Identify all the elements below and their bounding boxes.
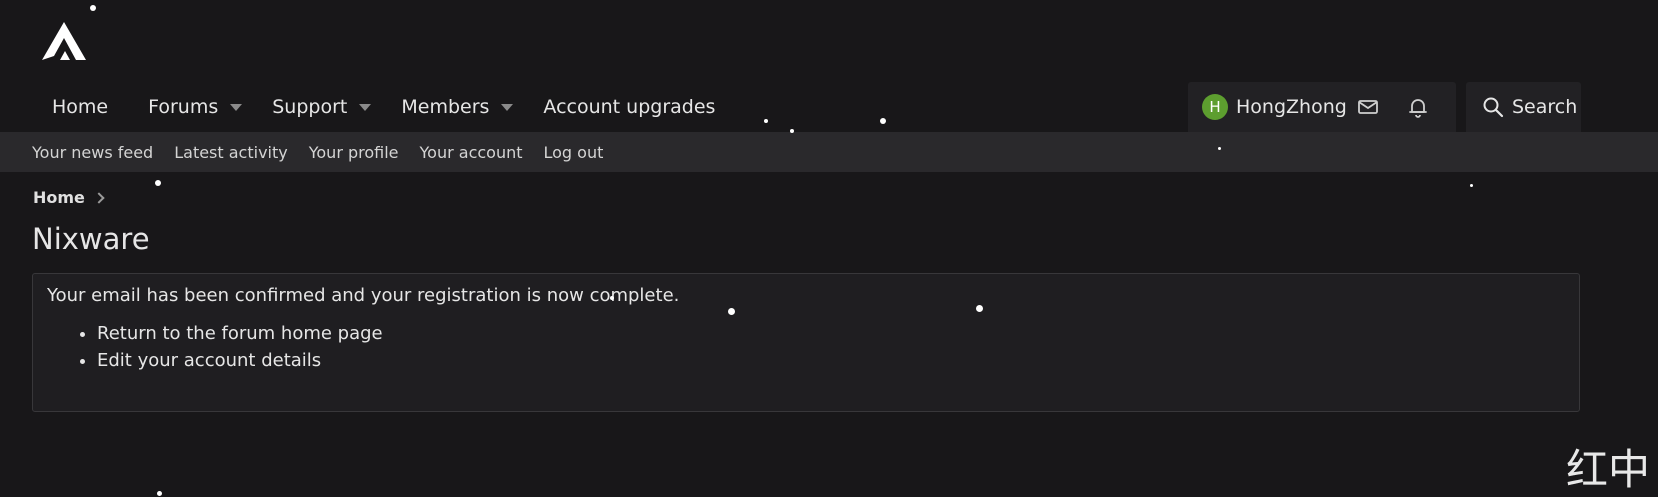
- search-label: Search: [1512, 96, 1578, 118]
- snow-particle: [1218, 147, 1221, 150]
- link-list: Return to the forum home page Edit your …: [47, 320, 383, 374]
- username[interactable]: HongZhong: [1236, 96, 1347, 118]
- snow-particle: [1470, 184, 1473, 187]
- snow-particle: [880, 118, 886, 124]
- chevron-right-icon: [93, 191, 105, 204]
- snow-particle: [728, 308, 735, 315]
- main-navigation: Home Forums Support Members Account upgr…: [0, 82, 1658, 132]
- bell-icon[interactable]: [1406, 95, 1430, 119]
- tab-members[interactable]: Members: [381, 82, 523, 132]
- tab-label: Home: [52, 96, 109, 118]
- snow-particle: [976, 305, 983, 312]
- search-button[interactable]: Search: [1466, 82, 1581, 132]
- snow-particle: [764, 119, 768, 123]
- snow-particle: [790, 129, 794, 133]
- breadcrumb: Home: [33, 188, 105, 207]
- edit-account-link[interactable]: Edit your account details: [97, 350, 321, 371]
- watermark-text: 红中: [1565, 445, 1650, 494]
- avatar[interactable]: H: [1202, 94, 1228, 120]
- tab-label: Support: [272, 96, 348, 118]
- chevron-down-icon[interactable]: [359, 103, 372, 111]
- user-menu[interactable]: H HongZhong: [1188, 82, 1456, 132]
- subnav-latest-activity[interactable]: Latest activity: [174, 143, 288, 162]
- forum-home-link[interactable]: Return to the forum home page: [97, 323, 383, 344]
- tab-label: Account upgrades: [543, 96, 716, 118]
- nav-tabs: Home Forums Support Members Account upgr…: [32, 82, 735, 132]
- site-logo-icon[interactable]: [40, 20, 88, 62]
- tab-home[interactable]: Home: [32, 82, 128, 132]
- list-item: Return to the forum home page: [97, 320, 383, 347]
- mail-icon[interactable]: [1356, 95, 1380, 119]
- page-title: Nixware: [32, 222, 150, 256]
- tab-support[interactable]: Support: [252, 82, 381, 132]
- subnav-log-out[interactable]: Log out: [544, 143, 604, 162]
- snow-particle: [157, 491, 162, 496]
- snow-particle: [155, 180, 161, 186]
- tab-label: Forums: [148, 96, 219, 118]
- search-icon: [1483, 97, 1504, 118]
- confirmation-message: Your email has been confirmed and your r…: [47, 285, 680, 306]
- list-item: Edit your account details: [97, 347, 383, 374]
- tab-account-upgrades[interactable]: Account upgrades: [523, 82, 735, 132]
- subnav-your-profile[interactable]: Your profile: [309, 143, 399, 162]
- sub-navigation: Your news feed Latest activity Your prof…: [0, 132, 1658, 172]
- confirmation-block: Your email has been confirmed and your r…: [32, 273, 1580, 412]
- snow-particle: [610, 296, 614, 300]
- subnav-your-account[interactable]: Your account: [420, 143, 523, 162]
- tab-forums[interactable]: Forums: [128, 82, 252, 132]
- tab-label: Members: [401, 96, 490, 118]
- breadcrumb-home[interactable]: Home: [33, 188, 85, 207]
- subnav-news-feed[interactable]: Your news feed: [32, 143, 153, 162]
- site-header: [0, 0, 1658, 82]
- chevron-down-icon[interactable]: [501, 103, 514, 111]
- snow-particle: [90, 5, 96, 11]
- chevron-down-icon[interactable]: [230, 103, 243, 111]
